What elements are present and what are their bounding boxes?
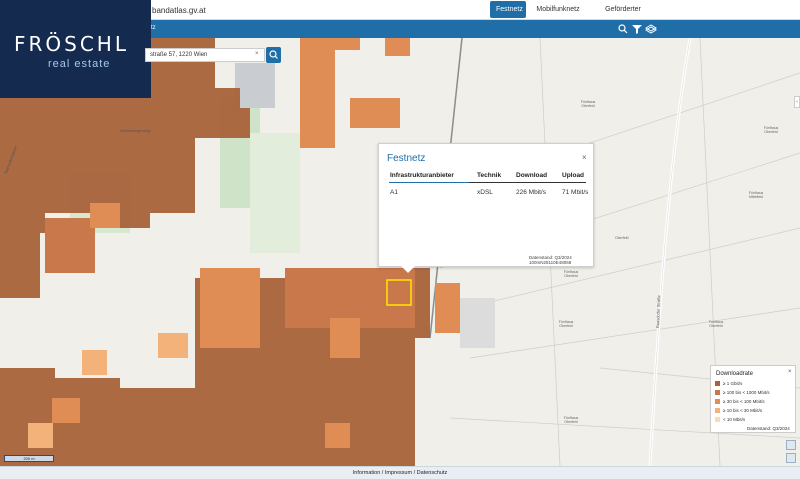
map-label-1: Fünfhaus Oberfeld	[580, 100, 596, 108]
popup-tail	[401, 266, 415, 273]
logo-name: FRÖSCHL	[14, 32, 129, 56]
legend-swatch-100	[715, 390, 720, 396]
legend-item: ≥ 1 Gbit/s	[715, 381, 742, 388]
cell-technik: xDSL	[477, 189, 493, 196]
popup-title: Festnetz	[387, 153, 426, 164]
map-control-locate-icon[interactable]	[786, 453, 796, 463]
map-label-road-weinsberger: Weinsbergerweg	[120, 128, 150, 133]
map-label-2: Fünfhaus Mittelfeld	[748, 191, 764, 199]
cell-upload: 71 Mbit/s	[562, 189, 589, 196]
map-label-3: Oberfeld	[615, 236, 629, 240]
legend-swatch-10	[715, 408, 720, 414]
map-control-list-icon[interactable]	[786, 440, 796, 450]
logo-sub: real estate	[48, 58, 111, 70]
footer-links[interactable]: Information / Impressum / Datenschutz	[0, 466, 800, 479]
legend-item: < 10 Mbit/s	[715, 417, 745, 424]
tab-gefoerderter-ausbau[interactable]: Geförderter Ausbau	[590, 1, 656, 30]
toolbar-title: tz	[151, 25, 156, 31]
col-header-provider: Infrastrukturanbieter	[390, 172, 454, 179]
legend-label: ≥ 100 bis < 1000 Mbit/s	[723, 390, 770, 395]
festnetz-popup: Festnetz × Infrastrukturanbieter Technik…	[378, 143, 594, 267]
map-scale-bar: 200 m	[4, 455, 54, 462]
map-label-7: Fünfhaus Oberfeld	[563, 416, 579, 424]
legend-close-icon[interactable]: ×	[788, 369, 792, 375]
legend-label: ≥ 30 bis < 100 Mbit/s	[723, 399, 765, 404]
col-header-upload: Upload	[562, 172, 585, 179]
col-header-technik: Technik	[477, 172, 502, 179]
legend-datenstand: Datenstand: Q3/2024	[747, 426, 790, 431]
map-label-5: Fünfhaus Oberfeld	[558, 320, 574, 328]
layers-icon[interactable]	[645, 23, 657, 35]
search-button-icon	[269, 50, 278, 59]
legend-item: ≥ 10 bis < 30 Mbit/s	[715, 408, 762, 415]
address-search-input[interactable]: straße 57, 1220 Wien	[145, 48, 265, 62]
legend-item: ≥ 100 bis < 1000 Mbit/s	[715, 390, 770, 397]
froeschl-logo: FRÖSCHL real estate	[0, 0, 151, 98]
search-button[interactable]	[266, 47, 281, 63]
cell-download: 226 Mbit/s	[516, 189, 546, 196]
cell-provider: A1	[390, 189, 398, 196]
filter-icon[interactable]	[631, 23, 643, 35]
map-label-4: Fünfhaus Oberfeld	[563, 270, 579, 278]
popup-close-icon[interactable]: ×	[582, 153, 587, 162]
legend-item: ≥ 30 bis < 100 Mbit/s	[715, 399, 765, 406]
col-header-download: Download	[516, 172, 548, 179]
tab-mobilfunknetz[interactable]: Mobilfunknetz	[530, 1, 586, 18]
app-root: Weinsbergerweg Teichackergasse Raasdorfe…	[0, 0, 800, 479]
site-url[interactable]: bandatlas.gv.at	[152, 6, 206, 15]
header-divider-accent	[389, 182, 469, 183]
legend-label: < 10 Mbit/s	[723, 417, 746, 422]
legend-label: ≥ 10 bis < 30 Mbit/s	[723, 408, 763, 413]
map-label-8: Fünfhaus Oberfeld	[763, 126, 779, 134]
building-grey	[235, 63, 275, 108]
legend-panel: Downloadrate × ≥ 1 Gbit/s ≥ 100 bis < 10…	[710, 365, 796, 433]
search-clear-icon[interactable]: ×	[255, 51, 259, 57]
legend-swatch-1gbit	[715, 381, 720, 387]
map-label-6: Fünfhaus Oberfeld	[708, 320, 724, 328]
side-panel-toggle[interactable]: ‹	[794, 96, 800, 108]
legend-label: ≥ 1 Gbit/s	[723, 381, 743, 386]
tab-festnetz[interactable]: Festnetz	[490, 1, 526, 18]
search-icon[interactable]	[617, 23, 629, 35]
legend-swatch-lt10	[715, 417, 720, 423]
legend-title: Downloadrate	[716, 371, 754, 377]
popup-cell-id: 100mN28110E48068	[529, 260, 572, 265]
legend-swatch-30	[715, 399, 720, 405]
